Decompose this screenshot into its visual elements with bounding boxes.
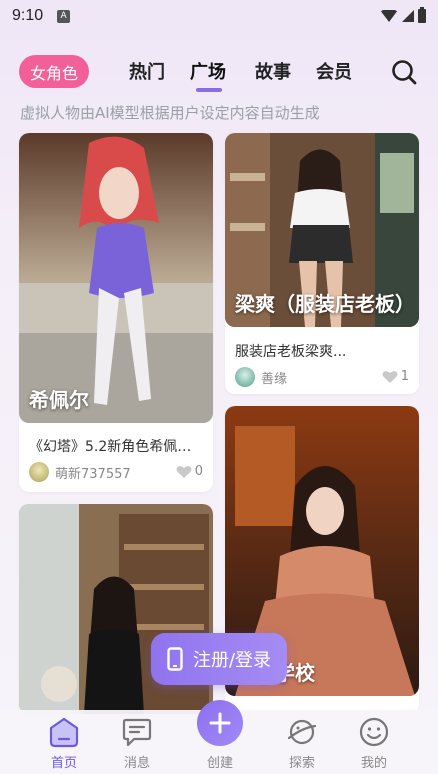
top-nav: 女角色 热门 广场 故事 会员 [0, 52, 438, 92]
nav-profile[interactable]: 我的 [349, 716, 399, 771]
card-description: 服装店老板梁爽... [235, 344, 347, 360]
card-image: 梁爽（服装店老板） [225, 133, 419, 327]
create-button[interactable] [197, 700, 243, 746]
nav-label: 我的 [360, 756, 387, 771]
like-button[interactable]: 1 [382, 369, 409, 384]
nav-messages[interactable]: 消息 [112, 716, 162, 771]
phone-icon [167, 647, 183, 671]
author-name: 萌新737557 [55, 466, 131, 482]
like-button[interactable]: 0 [176, 464, 203, 479]
avatar [29, 462, 49, 482]
card-author[interactable]: 萌新737557 [29, 462, 131, 482]
wifi-icon [380, 10, 398, 22]
nav-label: 消息 [123, 756, 150, 771]
tab-hot[interactable]: 热门 [129, 58, 165, 84]
avatar [235, 367, 255, 387]
battery-icon [418, 7, 426, 23]
cta-label: 注册/登录 [192, 650, 272, 671]
smiley-icon [359, 717, 389, 747]
nav-label: 探索 [288, 756, 315, 771]
nav-home[interactable]: 首页 [39, 716, 89, 771]
card-description: 《幻塔》5.2新角色希佩尔... [29, 439, 203, 455]
plus-icon [209, 712, 231, 734]
heart-icon [176, 465, 192, 478]
register-login-button[interactable]: 注册/登录 [151, 633, 287, 685]
heart-icon [382, 370, 398, 383]
status-icons [380, 7, 426, 23]
tab-vip[interactable]: 会员 [316, 58, 352, 84]
tab-plaza[interactable]: 广场 [190, 58, 226, 84]
nav-explore[interactable]: 探索 [277, 716, 327, 771]
author-name: 善缘 [261, 371, 288, 387]
tab-story[interactable]: 故事 [255, 58, 291, 84]
planet-icon [287, 719, 317, 745]
card-author[interactable]: 善缘 [235, 367, 287, 387]
like-count: 0 [194, 464, 203, 479]
role-filter-pill[interactable]: 女角色 [19, 55, 89, 88]
like-count: 1 [400, 369, 409, 384]
card-title: 梁爽（服装店老板） [235, 292, 415, 316]
search-icon[interactable] [391, 59, 417, 85]
status-time: 9:10 [12, 7, 44, 24]
character-card[interactable]: 梁爽（服装店老板） 服装店老板梁爽... 善缘 1 [225, 133, 419, 394]
nav-label: 首页 [50, 756, 77, 771]
disclaimer-text: 虚拟人物由AI模型根据用户设定内容自动生成 [20, 104, 320, 122]
signal-icon [402, 10, 414, 22]
card-image: 希佩尔 [19, 133, 213, 423]
notification-icon: A [57, 9, 71, 23]
message-icon [122, 718, 152, 747]
character-card[interactable]: 希佩尔 《幻塔》5.2新角色希佩尔... 萌新737557 0 [19, 133, 213, 492]
nav-label: 创建 [206, 756, 233, 771]
home-icon [49, 717, 79, 748]
status-bar: 9:10 A [0, 0, 438, 32]
active-tab-indicator [196, 88, 222, 92]
card-title: 希佩尔 [29, 388, 89, 412]
